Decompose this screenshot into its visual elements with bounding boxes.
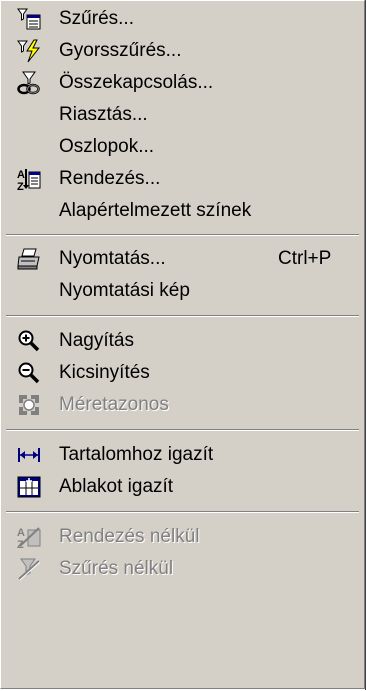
menu-item-label: Rendezés... xyxy=(59,168,161,189)
menu-item-nyomtatasi-kep[interactable]: Nyomtatási kép xyxy=(7,275,358,307)
menu-item-gyorsszures[interactable]: Gyorsszűrés... xyxy=(7,35,358,67)
context-menu: Szűrés... Gyorsszűrés... Összekapcsolás.… xyxy=(0,0,366,690)
svg-text:Z: Z xyxy=(17,181,24,191)
menu-separator xyxy=(6,234,359,236)
menu-item-ablakot-igazit[interactable]: Ablakot igazít xyxy=(7,471,358,503)
menu-item-label: Alapértelmezett színek xyxy=(59,200,252,221)
no-sort-icon: A Z xyxy=(17,525,41,549)
menu-item-label: Nyomtatási kép xyxy=(59,280,190,301)
printer-icon xyxy=(17,247,41,271)
menu-item-label: Riasztás... xyxy=(59,104,148,125)
menu-item-alapertelmezett-szinek[interactable]: Alapértelmezett színek xyxy=(7,195,358,227)
menu-separator xyxy=(6,315,359,317)
menu-separator xyxy=(6,429,359,431)
svg-text:A: A xyxy=(17,527,25,539)
menu-item-riasztas[interactable]: Riasztás... xyxy=(7,99,358,131)
menu-item-label: Méretazonos xyxy=(59,394,169,415)
menu-item-label: Szűrés nélkül xyxy=(59,558,174,579)
menu-item-meretazonos[interactable]: Méretazonos xyxy=(7,389,358,421)
menu-item-osszekapcsolas[interactable]: Összekapcsolás... xyxy=(7,67,358,99)
menu-item-oszlopok[interactable]: Oszlopok... xyxy=(7,131,358,163)
no-filter-icon xyxy=(17,557,41,581)
menu-item-szures-nelkul[interactable]: Szűrés nélkül xyxy=(7,553,358,585)
menu-item-label: Tartalomhoz igazít xyxy=(59,444,214,465)
menu-item-label: Összekapcsolás... xyxy=(59,72,214,93)
fit-to-content-icon xyxy=(17,443,41,467)
zoom-in-icon xyxy=(17,329,41,353)
quick-filter-icon xyxy=(17,39,41,63)
zoom-out-icon xyxy=(17,361,41,385)
menu-item-label: Kicsinyítés xyxy=(59,362,150,383)
filter-icon xyxy=(17,7,41,31)
menu-item-label: Szűrés... xyxy=(59,8,134,29)
menu-item-szures[interactable]: Szűrés... xyxy=(7,3,358,35)
fit-to-window-icon xyxy=(17,475,41,499)
menu-item-kicsinyites[interactable]: Kicsinyítés xyxy=(7,357,358,389)
menu-item-nyomtatas[interactable]: Nyomtatás... Ctrl+P xyxy=(7,243,358,275)
menu-item-nagyitas[interactable]: Nagyítás xyxy=(7,325,358,357)
menu-item-rendezes-nelkul[interactable]: A Z Rendezés nélkül xyxy=(7,521,358,553)
menu-item-label: Nyomtatás... xyxy=(59,248,166,269)
menu-item-label: Ablakot igazít xyxy=(59,476,174,497)
menu-item-label: Oszlopok... xyxy=(59,136,155,157)
menu-item-label: Rendezés nélkül xyxy=(59,526,200,547)
menu-item-shortcut: Ctrl+P xyxy=(278,248,332,269)
svg-text:A: A xyxy=(17,169,25,181)
sort-icon: A Z xyxy=(17,167,41,191)
actual-size-icon xyxy=(17,393,41,417)
menu-separator xyxy=(6,511,359,513)
menu-item-label: Nagyítás xyxy=(59,330,134,351)
menu-item-rendezes[interactable]: A Z Rendezés... xyxy=(7,163,358,195)
link-icon xyxy=(17,71,41,95)
menu-item-label: Gyorsszűrés... xyxy=(59,40,182,61)
menu-item-tartalomhoz-igazit[interactable]: Tartalomhoz igazít xyxy=(7,439,358,471)
